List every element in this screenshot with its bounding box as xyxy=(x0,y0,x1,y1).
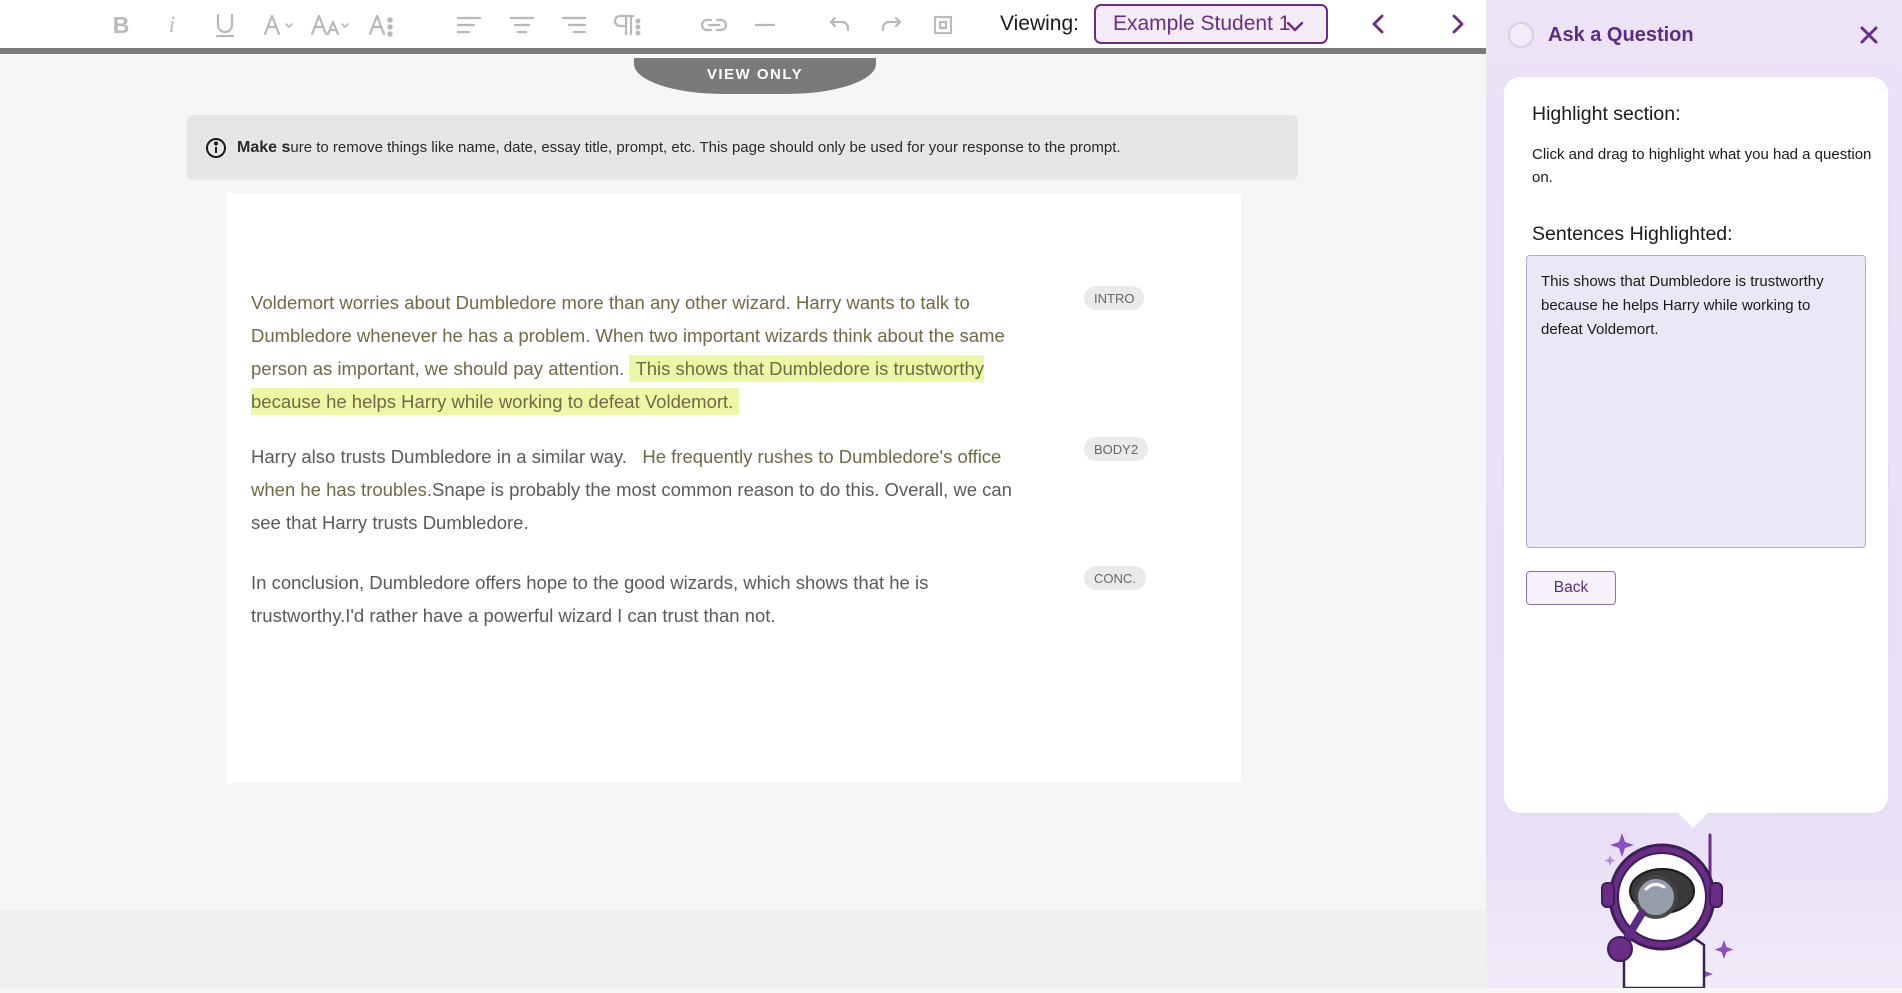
notice-text: ure to remove things like name, date, es… xyxy=(290,139,1121,156)
select-all-icon[interactable] xyxy=(930,8,956,42)
back-button[interactable]: Back xyxy=(1526,571,1616,605)
tag-intro: INTRO xyxy=(1084,286,1145,310)
redo-icon[interactable] xyxy=(878,8,906,42)
chevron-down-icon xyxy=(1286,16,1304,40)
close-button[interactable] xyxy=(1858,24,1880,46)
paragraph-icon[interactable] xyxy=(612,8,642,42)
view-only-badge: VIEW ONLY xyxy=(634,58,876,94)
paragraph-body2[interactable]: Harry also trusts Dumbledore in a simila… xyxy=(251,440,1041,539)
panel-header: Ask a Question xyxy=(1508,22,1694,48)
editor-area: B i Viewing: Example Student 1 VIEW ONLY… xyxy=(0,0,1486,988)
close-icon xyxy=(1860,26,1878,44)
panel-title: Ask a Question xyxy=(1548,23,1694,46)
footer-strip xyxy=(0,910,1486,988)
font-size-icon[interactable] xyxy=(310,8,352,42)
link-icon[interactable] xyxy=(699,8,729,42)
previous-student-button[interactable] xyxy=(1365,10,1391,38)
viewing-label: Viewing: xyxy=(1000,12,1079,35)
italic-icon[interactable]: i xyxy=(161,8,183,42)
align-right-icon[interactable] xyxy=(560,8,588,42)
info-icon xyxy=(205,137,227,159)
highlight-description: Click and drag to highlight what you had… xyxy=(1532,146,1872,186)
chevron-right-icon xyxy=(1452,14,1464,34)
chevron-left-icon xyxy=(1372,14,1384,34)
tag-body2: BODY2 xyxy=(1084,437,1149,461)
sentences-highlighted-heading: Sentences Highlighted: xyxy=(1532,223,1733,245)
paragraph-conclusion[interactable]: In conclusion, Dumbledore offers hope to… xyxy=(251,566,971,632)
tag-conclusion: CONC. xyxy=(1084,566,1146,590)
underline-icon[interactable] xyxy=(212,8,238,42)
bold-icon[interactable]: B xyxy=(108,8,134,42)
notice-banner: Make s ure to remove things like name, da… xyxy=(187,115,1298,180)
text-style-icon[interactable] xyxy=(368,8,396,42)
paragraph-intro[interactable]: Voldemort worries about Dumbledore more … xyxy=(251,286,1041,418)
status-radio[interactable] xyxy=(1508,22,1534,48)
question-card: Highlight section: Click and drag to hig… xyxy=(1504,77,1888,813)
next-student-button[interactable] xyxy=(1445,10,1471,38)
align-left-icon[interactable] xyxy=(455,8,483,42)
sentences-highlighted-field[interactable]: This shows that Dumbledore is trustworth… xyxy=(1526,255,1866,548)
conc-text-b: I'd rather have a powerful wizard I can … xyxy=(345,605,776,626)
undo-icon[interactable] xyxy=(825,8,853,42)
astronaut-mascot-icon xyxy=(1584,825,1744,990)
font-color-icon[interactable] xyxy=(262,8,296,42)
body2-text-a: Harry also trusts Dumbledore in a simila… xyxy=(251,446,627,467)
horizontal-rule-icon[interactable] xyxy=(752,8,778,42)
notice-bold-text: Make s xyxy=(237,138,291,156)
formatting-toolbar: B i Viewing: Example Student 1 xyxy=(0,0,1486,54)
ask-question-panel: Ask a Question Highlight section: Click … xyxy=(1486,0,1902,990)
align-center-icon[interactable] xyxy=(508,8,536,42)
student-select[interactable]: Example Student 1 xyxy=(1094,4,1328,44)
highlight-section-heading: Highlight section: xyxy=(1532,103,1681,125)
student-select-value: Example Student 1 xyxy=(1113,12,1291,35)
